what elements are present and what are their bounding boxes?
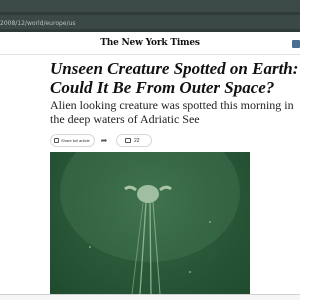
share-icon (54, 138, 59, 143)
comment-icon (125, 138, 131, 143)
article-page: The New York Times Unseen Creature Spott… (0, 32, 300, 294)
browser-toolbar: 2008/12/world/europe/us (0, 12, 300, 32)
subscribe-button[interactable] (292, 40, 300, 48)
article-summary: Alien looking creature was spotted this … (50, 98, 294, 126)
forward-share-button[interactable]: ➦ (98, 134, 110, 147)
headline-line-1: Unseen Creature Spotted on Earth: (50, 59, 299, 78)
address-bar-url: 2008/12/world/europe/us (0, 20, 76, 27)
article-photo (50, 152, 250, 294)
deep-sea-creature-image (60, 152, 240, 294)
bottom-scroll-area (0, 294, 300, 300)
site-masthead[interactable]: The New York Times (0, 38, 300, 48)
article-headline: Unseen Creature Spotted on Earth: Could … (50, 59, 299, 97)
address-bar[interactable]: 2008/12/world/europe/us (0, 15, 300, 29)
share-button-label: Share full article (61, 138, 90, 143)
comment-count: 22 (134, 137, 140, 144)
summary-line-1: Alien looking creature was spotted this … (50, 98, 294, 112)
comments-button[interactable]: 22 (116, 134, 152, 147)
summary-line-2: the deep waters of Adriatic See (50, 112, 200, 126)
browser-tab-strip (0, 0, 300, 12)
headline-line-2: Could It Be From Outer Space? (50, 78, 275, 97)
header-divider (0, 54, 300, 55)
forward-arrow-icon: ➦ (100, 136, 108, 145)
share-button[interactable]: Share full article (50, 134, 95, 147)
